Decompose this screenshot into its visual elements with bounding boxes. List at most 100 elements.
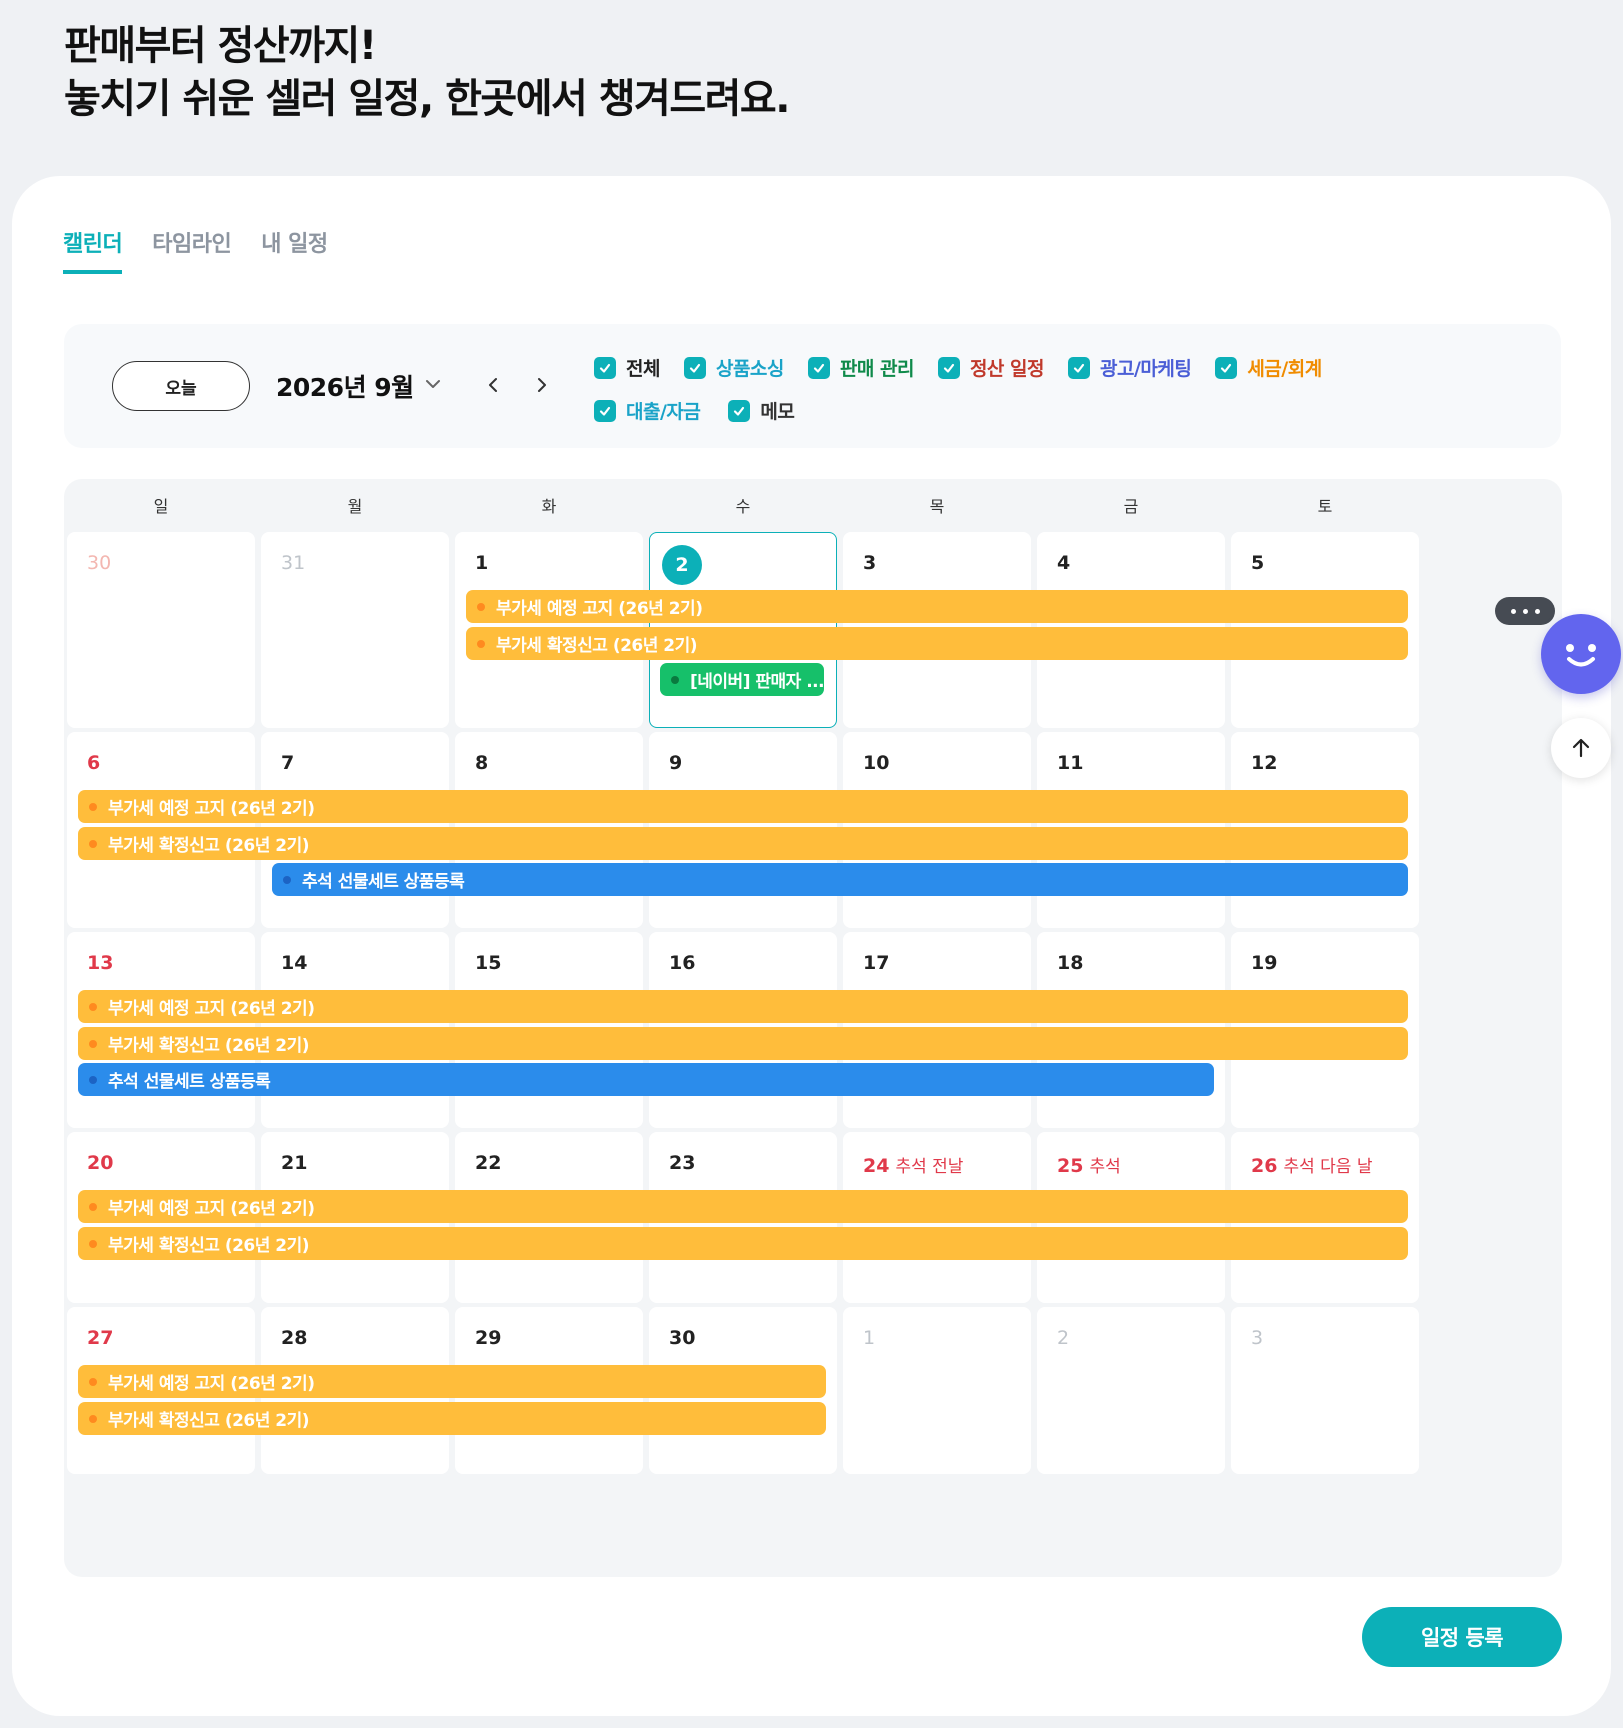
weekday-header: 화 [541,497,557,516]
filter-item[interactable]: 광고/마케팅 [1067,354,1192,381]
event-dot-icon [89,1203,97,1211]
day-number: 5 [1251,552,1264,574]
day-number-text: 1 [475,552,489,574]
event-dot-icon [89,1414,97,1423]
day-number-text: 24 [863,1155,890,1177]
checkbox-checked-icon[interactable] [728,399,751,422]
filter-label: 상품소싱 [715,358,784,380]
event-label: 부가세 예정 고지 (26년 2기) [108,1374,315,1394]
filter-label: 광고/마케팅 [1099,358,1192,380]
day-number: 30 [87,552,111,574]
event-bar[interactable]: 추석 선물세트 상품등록 [78,1063,1214,1096]
filter-item[interactable]: 전체 [594,354,660,381]
day-number: 29 [475,1327,501,1349]
event-bar[interactable]: 추석 선물세트 상품등록 [272,863,1408,896]
event-dot-icon [89,1003,97,1011]
chatbot-icon[interactable] [1541,614,1621,694]
event-bar[interactable]: 부가세 확정신고 (26년 2기) [466,626,1408,660]
day-number-text: 5 [1251,552,1265,574]
day-number: 24 추석 전날 [863,1152,963,1177]
checkbox-checked-icon[interactable] [807,356,830,379]
event-dot-icon [477,639,485,648]
event-bar[interactable]: 부가세 예정 고지 (26년 2기) [78,990,1408,1023]
weekday-header: 목 [929,497,945,516]
day-number-text: 6 [87,752,101,774]
event-bar[interactable]: 부가세 확정신고 (26년 2기) [78,1401,826,1435]
day-number-text: 26 [1251,1155,1278,1177]
filter-item[interactable]: 판매 관리 [807,354,914,381]
day-number: 15 [475,952,501,974]
calendar-toolbar: 오늘 2026년 9월 전체 상품소싱 판매 관리 정산 일정 광고/마케팅 세금/회계대… [64,324,1561,448]
day-number: 2 [1057,1327,1069,1349]
event-dot-icon [477,603,485,611]
day-cell[interactable]: 30 [67,532,255,728]
event-bar[interactable]: 부가세 예정 고지 (26년 2기) [78,790,1408,823]
weekday-header: 금 [1123,497,1139,516]
tab-timeline[interactable]: 타임라인 [152,226,231,274]
day-number: 1 [475,552,488,574]
filter-item[interactable]: 상품소싱 [683,354,784,381]
event-bar[interactable]: 부가세 확정신고 (26년 2기) [78,826,1408,860]
today-button[interactable]: 오늘 [112,361,250,411]
event-bar[interactable]: 부가세 확정신고 (26년 2기) [78,1026,1408,1060]
chevron-right-icon [538,378,546,392]
checkbox-checked-icon[interactable] [683,356,706,379]
checkbox-checked-icon[interactable] [937,356,960,379]
day-cell[interactable]: 2 [1037,1307,1225,1474]
filter-item[interactable]: 세금/회계 [1215,354,1322,381]
day-number: 8 [475,752,488,774]
event-bar[interactable]: 부가세 예정 고지 (26년 2기) [78,1365,826,1398]
day-number-text: 21 [281,1152,308,1174]
event-label: [네이버] 판매자 ... [690,672,824,692]
month-selector[interactable]: 2026년 9월 [276,368,444,404]
checkbox-checked-icon[interactable] [1215,356,1238,379]
day-number: 23 [669,1152,695,1174]
holiday-label: 추석 [1089,1157,1121,1177]
event-label: 부가세 확정신고 (26년 2기) [108,1235,310,1256]
event-bar[interactable]: 부가세 예정 고지 (26년 2기) [78,1190,1408,1223]
day-number-text: 28 [281,1327,308,1349]
day-number: 21 [281,1152,307,1174]
event-label: 부가세 확정신고 (26년 2기) [496,635,698,656]
day-number-text: 17 [863,952,890,974]
day-number: 31 [281,552,305,574]
prev-month-button[interactable] [478,370,508,400]
day-number-text: 13 [87,952,114,974]
scroll-top-button[interactable] [1551,718,1611,778]
checkbox-checked-icon[interactable] [1067,356,1090,379]
day-cell[interactable]: 31 [261,532,449,728]
filter-item[interactable]: 정산 일정 [937,354,1044,381]
headline-line-1: 판매부터 정산까지! [64,23,377,69]
checkbox-checked-icon[interactable] [594,356,616,379]
event-label: 부가세 예정 고지 (26년 2기) [108,799,315,819]
event-bar[interactable]: [네이버] 판매자 ... [660,663,824,696]
register-event-button[interactable]: 일정 등록 [1362,1607,1562,1667]
tab-calendar[interactable]: 캘린더 [63,226,123,274]
event-label: 부가세 확정신고 (26년 2기) [108,1035,310,1056]
event-dot-icon [89,1039,97,1048]
filter-item[interactable]: 대출/자금 [594,397,701,424]
filter-item[interactable]: 메모 [728,397,795,424]
day-number-text: 11 [1057,752,1084,774]
day-number-text: 7 [281,752,295,774]
filter-label: 세금/회계 [1247,358,1322,380]
tab-my-schedule[interactable]: 내 일정 [261,226,328,274]
day-number: 10 [863,752,889,774]
weekday-header: 토 [1317,497,1333,516]
event-dot-icon [89,1076,97,1084]
filter-label: 메모 [760,401,795,423]
chevron-down-icon [422,373,444,399]
event-bar[interactable]: 부가세 확정신고 (26년 2기) [78,1226,1408,1260]
day-number-text: 22 [475,1152,502,1174]
day-number: 26 추석 다음 날 [1251,1152,1372,1177]
event-label: 추석 선물세트 상품등록 [302,872,465,892]
day-cell[interactable]: 1 [843,1307,1031,1474]
day-number: 4 [1057,552,1070,574]
checkbox-checked-icon[interactable] [594,399,616,422]
day-number: 22 [475,1152,501,1174]
day-cell[interactable]: 3 [1231,1307,1419,1474]
page-headline: 판매부터 정산까지! 놓치기 쉬운 셀러 일정, 한곳에서 챙겨드려요. [64,20,790,126]
event-bar[interactable]: 부가세 예정 고지 (26년 2기) [466,590,1408,623]
event-label: 부가세 확정신고 (26년 2기) [108,1410,310,1431]
next-month-button[interactable] [527,370,557,400]
